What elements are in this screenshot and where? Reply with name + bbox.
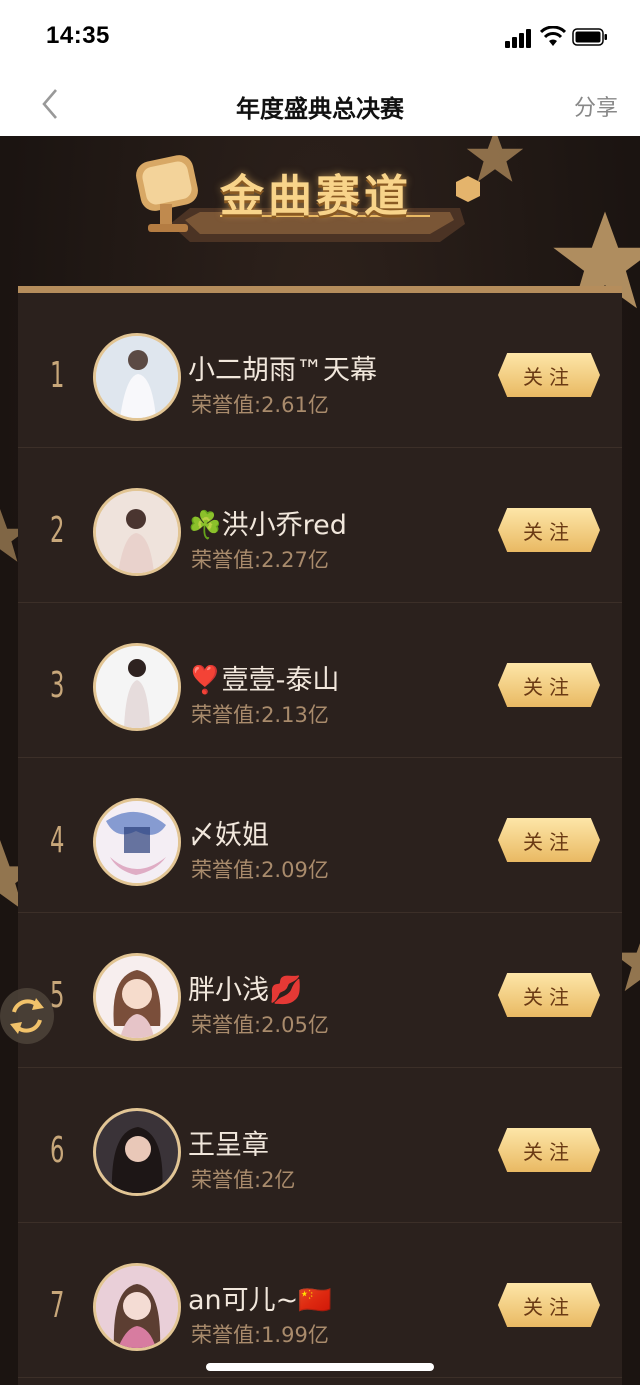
follow-button[interactable]: 关注 — [498, 1283, 600, 1327]
cellular-signal-icon — [505, 28, 535, 48]
avatar[interactable] — [93, 333, 181, 421]
category-banner: 金曲赛道 — [130, 146, 490, 258]
user-name: 王呈章 — [188, 1130, 269, 1161]
honor-value: 荣誉值:2亿 — [191, 1168, 296, 1192]
list-item: 2 ☘️洪小乔red 荣誉值:2.27亿 关注 — [18, 448, 622, 603]
follow-button[interactable]: 关注 — [498, 1128, 600, 1172]
leaderboard-stage: 金曲赛道 1 小二胡雨™天幕 荣誉值:2.61亿 关注 2 ☘️洪小乔red 荣… — [0, 136, 640, 1385]
user-name: an可儿~🇨🇳 — [188, 1285, 332, 1316]
rank-number: 3 — [50, 665, 65, 706]
avatar[interactable] — [93, 1263, 181, 1351]
user-name: 胖小浅💋 — [188, 975, 303, 1006]
follow-button[interactable]: 关注 — [498, 663, 600, 707]
avatar[interactable] — [93, 1108, 181, 1196]
honor-value: 荣誉值:2.05亿 — [191, 1013, 329, 1037]
rank-number: 7 — [50, 1285, 65, 1326]
follow-button[interactable]: 关注 — [498, 508, 600, 552]
rank-number: 6 — [50, 1130, 65, 1171]
category-title: 金曲赛道 — [220, 171, 412, 222]
page-title: 年度盛典总决赛 — [236, 95, 404, 123]
status-time: 14:35 — [46, 22, 110, 49]
honor-value: 荣誉值:2.27亿 — [191, 548, 329, 572]
list-item: 6 王呈章 荣誉值:2亿 关注 — [18, 1068, 622, 1223]
user-name: ❣️壹壹-泰山 — [188, 665, 340, 696]
status-bar: 14:35 — [0, 0, 640, 72]
honor-value: 荣誉值:2.13亿 — [191, 703, 329, 727]
user-name: ☘️洪小乔red — [188, 510, 347, 541]
avatar[interactable] — [93, 798, 181, 886]
wifi-icon — [540, 26, 566, 46]
follow-button[interactable]: 关注 — [498, 973, 600, 1017]
rank-number: 4 — [50, 820, 65, 861]
navigation-bar: 年度盛典总决赛 分享 — [0, 72, 640, 136]
list-item: 7 an可儿~🇨🇳 荣誉值:1.99亿 关注 — [18, 1223, 622, 1378]
list-item: 3 ❣️壹壹-泰山 荣誉值:2.13亿 关注 — [18, 603, 622, 758]
follow-button[interactable]: 关注 — [498, 353, 600, 397]
user-name: 〆妖姐 — [188, 820, 269, 851]
refresh-icon — [10, 998, 44, 1034]
honor-value: 荣誉值:2.09亿 — [191, 858, 329, 882]
honor-value: 荣誉值:2.61亿 — [191, 393, 329, 417]
avatar[interactable] — [93, 953, 181, 1041]
share-button[interactable]: 分享 — [574, 90, 618, 122]
list-item: 4 〆妖姐 荣誉值:2.09亿 关注 — [18, 758, 622, 913]
battery-icon — [572, 28, 607, 46]
list-item: 5 胖小浅💋 荣誉值:2.05亿 关注 — [18, 913, 622, 1068]
avatar[interactable] — [93, 488, 181, 576]
honor-value: 荣誉值:1.99亿 — [191, 1323, 329, 1347]
rank-number: 1 — [50, 355, 65, 396]
ranking-list: 1 小二胡雨™天幕 荣誉值:2.61亿 关注 2 ☘️洪小乔red 荣誉值:2.… — [18, 286, 622, 1385]
avatar[interactable] — [93, 643, 181, 731]
rank-number: 2 — [50, 510, 65, 551]
home-indicator[interactable] — [206, 1363, 434, 1371]
refresh-button[interactable] — [0, 988, 54, 1044]
follow-button[interactable]: 关注 — [498, 818, 600, 862]
list-item: 1 小二胡雨™天幕 荣誉值:2.61亿 关注 — [18, 293, 622, 448]
user-name: 小二胡雨™天幕 — [188, 355, 377, 386]
